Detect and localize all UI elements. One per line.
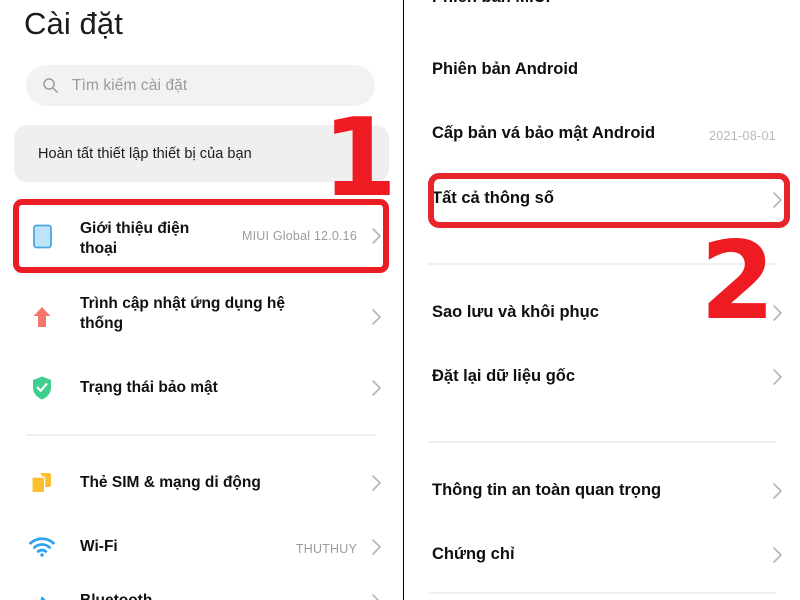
chevron-right-icon bbox=[772, 546, 783, 564]
about-phone-panel: Phiên bản MIUI Phiên bản Android Cấp bản… bbox=[404, 0, 800, 600]
sidebar-item-system-app-updater[interactable]: Trình cập nhật ứng dụng hệ thống bbox=[0, 287, 403, 347]
list-divider bbox=[428, 441, 776, 443]
chevron-right-icon bbox=[371, 593, 382, 600]
chevron-right-icon bbox=[362, 145, 373, 163]
bluetooth-icon bbox=[27, 592, 57, 600]
sidebar-item-sim-mobile-network[interactable]: Thẻ SIM & mạng di động bbox=[0, 461, 403, 505]
sidebar-item-wifi[interactable]: Wi-Fi THUTHUY bbox=[0, 525, 403, 569]
detail-row-safety-information[interactable]: Thông tin an toàn quan trọng bbox=[404, 478, 800, 512]
sidebar-item-about-phone[interactable]: Giới thiệu điện thoại MIUI Global 12.0.1… bbox=[0, 205, 403, 267]
sidebar-item-security-status[interactable]: Trạng thái bảo mật bbox=[0, 366, 403, 410]
chevron-right-icon bbox=[371, 227, 382, 245]
phone-icon bbox=[27, 221, 57, 251]
sidebar-item-label: Bluetooth bbox=[80, 591, 152, 600]
detail-row-value: 2021-08-01 bbox=[709, 129, 776, 143]
list-divider bbox=[428, 592, 776, 594]
setup-device-label: Hoàn tất thiết lập thiết bị của bạn bbox=[38, 145, 252, 162]
chevron-right-icon bbox=[371, 379, 382, 397]
detail-row-all-specs[interactable]: Tất cả thông số bbox=[404, 186, 800, 220]
chevron-right-icon bbox=[371, 538, 382, 556]
page-title: Cài đặt bbox=[24, 6, 123, 41]
detail-row-certificates[interactable]: Chứng chỉ bbox=[404, 542, 800, 576]
sidebar-item-label: Giới thiệu điện thoại bbox=[80, 220, 190, 258]
wifi-icon bbox=[27, 532, 57, 562]
sidebar-item-label: Wi-Fi bbox=[80, 538, 118, 555]
settings-list-panel: Cài đặt Tìm kiếm cài đặt Hoàn tất thiết … bbox=[0, 0, 403, 600]
search-input[interactable]: Tìm kiếm cài đặt bbox=[26, 65, 375, 106]
detail-row-security-patch[interactable]: Cấp bản vá bảo mật Android 2021-08-01 bbox=[404, 122, 800, 156]
detail-row-label: Phiên bản MIUI bbox=[432, 0, 550, 7]
sidebar-item-bluetooth[interactable]: Bluetooth bbox=[0, 587, 403, 600]
detail-row-miui-version[interactable]: Phiên bản MIUI bbox=[404, 0, 800, 28]
search-placeholder: Tìm kiếm cài đặt bbox=[72, 76, 188, 94]
sidebar-item-label: Trạng thái bảo mật bbox=[80, 379, 218, 396]
chevron-right-icon bbox=[772, 368, 783, 386]
detail-row-label: Thông tin an toàn quan trọng bbox=[432, 481, 662, 499]
panel-separator bbox=[403, 0, 405, 600]
screenshot-root: Cài đặt Tìm kiếm cài đặt Hoàn tất thiết … bbox=[0, 0, 800, 600]
chevron-right-icon bbox=[772, 191, 783, 209]
detail-row-backup-restore[interactable]: Sao lưu và khôi phục bbox=[404, 300, 800, 334]
setup-device-banner[interactable]: Hoàn tất thiết lập thiết bị của bạn bbox=[14, 125, 389, 182]
chevron-right-icon bbox=[772, 482, 783, 500]
search-icon bbox=[43, 78, 59, 94]
detail-row-label: Phiên bản Android bbox=[432, 60, 579, 78]
shield-check-icon bbox=[27, 373, 57, 403]
detail-row-label: Chứng chỉ bbox=[432, 545, 515, 563]
detail-row-label: Cấp bản vá bảo mật Android bbox=[432, 124, 656, 142]
up-arrow-icon bbox=[27, 302, 57, 332]
detail-row-label: Đặt lại dữ liệu gốc bbox=[432, 367, 576, 385]
detail-row-label: Tất cả thông số bbox=[432, 189, 554, 207]
sidebar-item-value: THUTHUY bbox=[295, 542, 357, 556]
sim-card-icon bbox=[27, 468, 57, 498]
detail-row-factory-reset[interactable]: Đặt lại dữ liệu gốc bbox=[404, 364, 800, 398]
chevron-right-icon bbox=[371, 308, 382, 326]
list-divider bbox=[428, 263, 776, 265]
list-divider bbox=[26, 434, 375, 436]
sidebar-item-label: Thẻ SIM & mạng di động bbox=[80, 474, 261, 491]
sidebar-item-value: MIUI Global 12.0.16 bbox=[242, 229, 357, 243]
chevron-right-icon bbox=[772, 304, 783, 322]
detail-row-label: Sao lưu và khôi phục bbox=[432, 303, 599, 321]
sidebar-item-label: Trình cập nhật ứng dụng hệ thống bbox=[80, 295, 285, 333]
chevron-right-icon bbox=[371, 474, 382, 492]
detail-row-android-version[interactable]: Phiên bản Android bbox=[404, 58, 800, 92]
